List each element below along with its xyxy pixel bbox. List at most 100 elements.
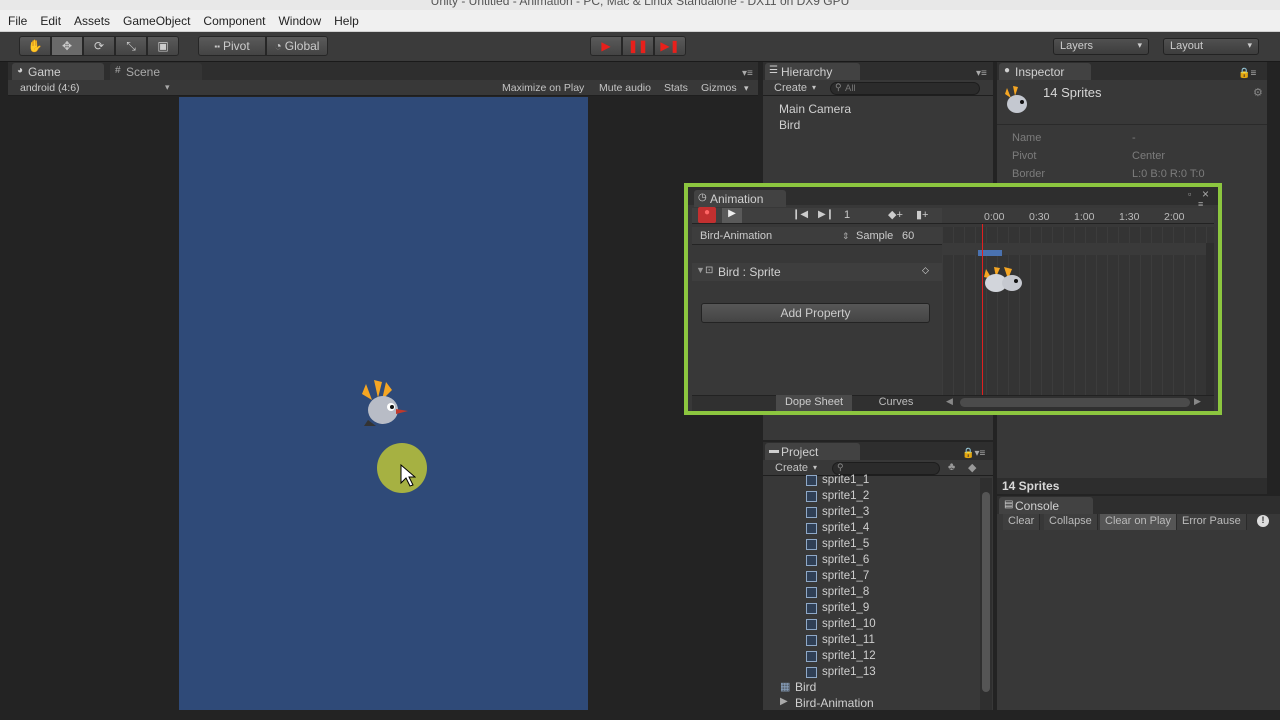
project-scroll-thumb[interactable] — [982, 492, 990, 692]
window-title: Unity - Untitled - Animation - PC, Mac &… — [430, 0, 850, 8]
window-titlebar: Unity - Untitled - Animation - PC, Mac &… — [0, 0, 1280, 10]
console-error-pause-toggle[interactable]: Error Pause — [1177, 514, 1247, 530]
maximize-icon[interactable]: ▫ — [1188, 189, 1191, 199]
property-key-icon[interactable]: ◇ — [922, 265, 929, 276]
project-create-button[interactable]: Create — [775, 462, 808, 474]
inspector-gear-icon[interactable]: ⚙ — [1253, 86, 1263, 99]
layout-dropdown[interactable]: Layout — [1163, 38, 1259, 55]
menu-gameobject[interactable]: GameObject — [123, 14, 190, 28]
hierarchy-search-input[interactable]: ⚲ All — [830, 82, 980, 95]
menu-edit[interactable]: Edit — [40, 14, 61, 28]
tab-scene[interactable]: # Scene — [110, 63, 202, 80]
rotate-tool-icon[interactable]: ⟳ — [83, 36, 115, 56]
project-create-chevron-icon: ▾ — [813, 463, 818, 472]
project-sprite-item[interactable]: sprite1_1 — [806, 472, 869, 488]
step-icon[interactable]: ▶❚ — [654, 36, 686, 56]
anim-play-icon[interactable]: ▶ — [722, 208, 742, 223]
hierarchy-menu-icon[interactable]: ▾≡ — [976, 68, 987, 79]
prev-keyframe-icon[interactable]: ❙◀ — [792, 209, 808, 220]
aspect-dropdown[interactable]: android (4:6) — [20, 82, 80, 94]
hierarchy-create-button[interactable]: Create — [774, 82, 807, 94]
menu-window[interactable]: Window — [278, 14, 321, 28]
inspector-field-label: Name — [1012, 132, 1042, 144]
hierarchy-item-bird[interactable]: Bird — [779, 118, 800, 132]
menu-help[interactable]: Help — [334, 14, 359, 28]
project-asset-bird-animation[interactable]: Bird-Animation — [795, 696, 874, 710]
clip-dropdown[interactable]: Bird-Animation — [700, 230, 772, 242]
playhead[interactable] — [982, 224, 983, 395]
play-icon[interactable]: ▶ — [590, 36, 622, 56]
stats-toggle[interactable]: Stats — [664, 82, 688, 94]
pivot-button[interactable]: ▪▪ Pivot — [198, 36, 266, 56]
project-sprite-item[interactable]: sprite1_6 — [806, 552, 869, 568]
sprite-name: sprite1_10 — [822, 618, 876, 630]
add-keyframe-icon[interactable]: ◆+ — [888, 208, 903, 221]
game-panel-menu-icon[interactable]: ▾≡ — [742, 68, 753, 79]
project-scrollbar[interactable] — [980, 478, 992, 710]
curves-tab[interactable]: Curves — [858, 395, 934, 411]
project-sprite-item[interactable]: sprite1_12 — [806, 648, 876, 664]
dope-sheet-tab[interactable]: Dope Sheet — [776, 395, 852, 411]
add-event-icon[interactable]: ▮+ — [916, 208, 928, 221]
timeline-label: 1:30 — [1119, 211, 1140, 223]
hscroll-thumb[interactable] — [960, 398, 1190, 407]
tab-project[interactable]: ▬ Project — [765, 443, 860, 460]
project-panel — [763, 460, 993, 710]
menu-file[interactable]: File — [8, 14, 27, 28]
global-button[interactable]: ◔ Global — [266, 36, 328, 56]
inspector-field-label: Pivot — [1012, 150, 1037, 162]
hscroll-right-icon[interactable]: ▶ — [1194, 396, 1201, 407]
dopesheet-vscrollbar[interactable] — [1206, 243, 1214, 395]
sprite-asset-icon — [806, 506, 817, 518]
console-collapse-button[interactable]: Collapse — [1044, 514, 1098, 530]
sprite-name: sprite1_5 — [822, 538, 870, 550]
project-sprite-item[interactable]: sprite1_7 — [806, 568, 869, 584]
project-sprite-item[interactable]: sprite1_9 — [806, 600, 869, 616]
pause-icon[interactable]: ❚❚ — [622, 36, 654, 56]
add-property-button[interactable]: Add Property — [701, 303, 930, 323]
project-asset-bird[interactable]: Bird — [795, 680, 816, 694]
project-sprite-item[interactable]: sprite1_13 — [806, 664, 876, 680]
expand-arrow-icon[interactable]: ▼ — [696, 265, 705, 275]
project-sprite-item[interactable]: sprite1_3 — [806, 504, 869, 520]
pivot-toggles: ▪▪ Pivot ◔ Global — [198, 36, 328, 56]
tab-hierarchy[interactable]: ☰ Hierarchy — [765, 63, 860, 80]
project-sprite-item[interactable]: sprite1_10 — [806, 616, 876, 632]
sprite-keyframes-strip[interactable] — [982, 263, 1030, 295]
record-icon[interactable]: ● — [698, 207, 716, 223]
inspector-lock-icon[interactable]: 🔒≡ — [1238, 68, 1256, 79]
filter-label-icon[interactable]: ◆ — [968, 461, 976, 474]
project-sprite-item[interactable]: sprite1_11 — [806, 632, 875, 648]
scale-tool-icon[interactable]: ⤡ — [115, 36, 147, 56]
project-lock-icon[interactable]: 🔒▾≡ — [962, 448, 985, 459]
hand-tool-icon[interactable]: ✋ — [19, 36, 51, 56]
mute-audio-toggle[interactable]: Mute audio — [599, 82, 651, 94]
next-keyframe-icon[interactable]: ▶❙ — [818, 209, 834, 220]
project-sprite-item[interactable]: sprite1_4 — [806, 520, 869, 536]
move-tool-icon[interactable]: ✥ — [51, 36, 83, 56]
hscroll-left-icon[interactable]: ◀ — [946, 396, 953, 407]
tab-console[interactable]: ▤ Console — [999, 497, 1093, 514]
console-clear-button[interactable]: Clear — [1003, 514, 1041, 530]
project-sprite-item[interactable]: sprite1_2 — [806, 488, 869, 504]
timeline-label: 2:00 — [1164, 211, 1185, 223]
maximize-on-play-toggle[interactable]: Maximize on Play — [502, 82, 584, 94]
gizmos-dropdown[interactable]: Gizmos — [701, 82, 737, 94]
tab-animation[interactable]: ◷ Animation — [694, 190, 786, 207]
frame-field[interactable]: 1 — [844, 209, 850, 221]
tab-inspector[interactable]: ● Inspector — [999, 63, 1091, 80]
filter-type-icon[interactable]: ♣ — [948, 461, 955, 473]
menu-assets[interactable]: Assets — [74, 14, 110, 28]
hierarchy-item-main-camera[interactable]: Main Camera — [779, 102, 851, 116]
tab-game[interactable]: ◕ Game — [12, 63, 104, 80]
sample-field[interactable]: 60 — [902, 230, 914, 242]
project-sprite-item[interactable]: sprite1_5 — [806, 536, 869, 552]
menu-component[interactable]: Component — [203, 14, 265, 28]
layers-dropdown[interactable]: Layers — [1053, 38, 1149, 55]
rect-tool-icon[interactable]: ▣ — [147, 36, 179, 56]
sprite-name: sprite1_3 — [822, 506, 870, 518]
console-clear-on-play-toggle[interactable]: Clear on Play — [1100, 514, 1178, 530]
sprite-name: sprite1_4 — [822, 522, 870, 534]
project-sprite-item[interactable]: sprite1_8 — [806, 584, 869, 600]
info-badge-icon[interactable]: ! — [1257, 515, 1269, 527]
